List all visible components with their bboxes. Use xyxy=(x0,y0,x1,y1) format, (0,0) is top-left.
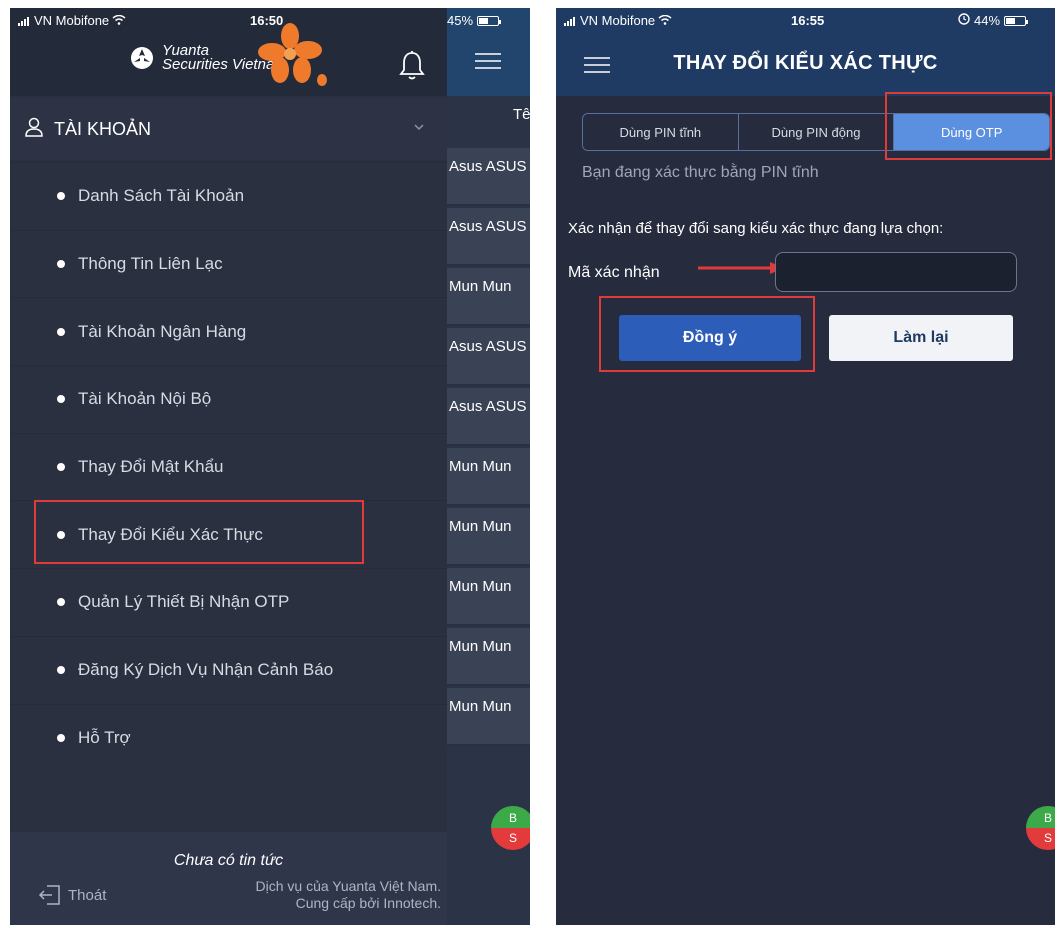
code-label: Mã xác nhận xyxy=(568,264,660,281)
menu-item-alert-service[interactable]: Đăng Ký Dịch Vụ Nhận Cảnh Báo xyxy=(10,635,447,704)
arrow-icon xyxy=(698,262,784,274)
status-bar-right: 45% xyxy=(447,8,530,34)
buy-label: B xyxy=(1026,806,1055,828)
carrier: VN Mobifone xyxy=(564,13,672,28)
list-item[interactable]: Mun Mun xyxy=(447,448,530,506)
side-drawer: VN Mobifone 16:50 Yuanta Securities Viet… xyxy=(10,8,447,925)
status-right: 45% xyxy=(447,13,502,28)
flower-logo-icon xyxy=(258,23,327,86)
wifi-icon xyxy=(658,13,672,28)
confirmation-code-input[interactable] xyxy=(775,252,1017,292)
carrier-name: VN Mobifone xyxy=(34,13,110,28)
column-header: Tê xyxy=(513,106,530,123)
menu-item-support[interactable]: Hỗ Trợ xyxy=(10,703,447,772)
background-header: 45% xyxy=(447,8,530,96)
menu-item-internal-account[interactable]: Tài Khoản Nội Bộ xyxy=(10,365,447,433)
right-screen: VN Mobifone 16:55 44% THAY ĐỔI KIỂU XÁC … xyxy=(556,8,1055,925)
credit-line2: Cung cấp bởi Innotech. xyxy=(295,895,441,911)
battery-icon xyxy=(477,15,502,26)
menu-item-contact-info[interactable]: Thông Tin Liên Lạc xyxy=(10,229,447,298)
user-icon xyxy=(24,117,44,142)
chevron-down-icon xyxy=(413,120,425,134)
annotation-highlight xyxy=(34,500,364,564)
menu-item-label: Thông Tin Liên Lạc xyxy=(78,254,223,274)
carrier: VN Mobifone xyxy=(18,13,126,28)
status-bar: VN Mobifone 16:50 xyxy=(10,8,447,34)
reset-button[interactable]: Làm lại xyxy=(829,315,1013,361)
bullet-icon xyxy=(57,192,65,201)
list-item[interactable]: Mun Mun xyxy=(447,628,530,686)
battery-percent: 44% xyxy=(974,13,1001,28)
signal-icon xyxy=(564,16,575,26)
list-item[interactable]: Asus ASUS xyxy=(447,148,530,206)
bullet-icon xyxy=(57,598,65,607)
logout-button[interactable]: Thoát xyxy=(38,884,106,906)
status-bar: VN Mobifone 16:55 44% xyxy=(556,8,1055,34)
alarm-icon xyxy=(958,13,970,28)
battery-icon xyxy=(1004,15,1029,26)
option-dynamic-pin[interactable]: Dùng PIN động xyxy=(738,114,895,150)
buy-label: B xyxy=(491,806,530,828)
credit-line1: Dịch vụ của Yuanta Việt Nam. xyxy=(255,878,441,894)
carrier-name: VN Mobifone xyxy=(580,13,656,28)
annotation-highlight xyxy=(599,296,815,372)
left-screen: VN Mobifone 16:50 Yuanta Securities Viet… xyxy=(10,8,530,925)
bullet-icon xyxy=(57,395,65,404)
menu-item-otp-devices[interactable]: Quản Lý Thiết Bị Nhận OTP xyxy=(10,568,447,636)
option-static-pin[interactable]: Dùng PIN tĩnh xyxy=(583,114,739,150)
menu-item-label: Quản Lý Thiết Bị Nhận OTP xyxy=(78,592,290,612)
buy-sell-button[interactable]: B S xyxy=(1026,806,1055,850)
menu-item-change-password[interactable]: Thay Đổi Mật Khẩu xyxy=(10,432,447,501)
current-auth-status: Bạn đang xác thực bằng PIN tĩnh xyxy=(582,164,819,181)
clock: 16:55 xyxy=(791,13,825,28)
account-section-header[interactable]: TÀI KHOẢN xyxy=(10,98,447,160)
bell-icon[interactable] xyxy=(398,50,426,87)
sell-label: S xyxy=(1026,828,1055,850)
list-icon[interactable] xyxy=(475,52,501,75)
menu-item-label: Hỗ Trợ xyxy=(78,727,131,747)
logout-icon xyxy=(38,885,60,905)
bullet-icon xyxy=(57,733,65,742)
bullet-icon xyxy=(57,260,65,269)
background-screen: 45% Tê Asus ASUS Asus ASUS Mun Mun Asus … xyxy=(447,8,530,925)
menu-item-label: Tài Khoản Ngân Hàng xyxy=(78,321,247,341)
signal-icon xyxy=(18,16,29,26)
list-item[interactable]: Asus ASUS xyxy=(447,328,530,386)
yuanta-logo-icon xyxy=(131,47,153,69)
sell-label: S xyxy=(491,828,530,850)
buy-sell-button[interactable]: B S xyxy=(491,806,530,850)
battery-percent: 45% xyxy=(447,13,474,28)
annotation-highlight xyxy=(885,92,1052,160)
list-item[interactable]: Asus ASUS xyxy=(447,388,530,446)
wifi-icon xyxy=(112,13,126,28)
menu-item-label: Danh Sách Tài Khoản xyxy=(78,186,245,206)
list-item[interactable]: Mun Mun xyxy=(447,268,530,326)
credit-text: Dịch vụ của Yuanta Việt Nam. Cung cấp bở… xyxy=(256,878,441,912)
menu-item-bank-account[interactable]: Tài Khoản Ngân Hàng xyxy=(10,297,447,366)
logout-label: Thoát xyxy=(68,886,107,904)
bullet-icon xyxy=(57,666,65,675)
news-status: Chưa có tin tức xyxy=(173,852,284,869)
confirm-instruction: Xác nhận để thay đổi sang kiểu xác thực … xyxy=(568,220,944,237)
account-menu: Danh Sách Tài Khoản Thông Tin Liên Lạc T… xyxy=(10,162,447,772)
list-item[interactable]: Mun Mun xyxy=(447,568,530,626)
menu-item-label: Đăng Ký Dịch Vụ Nhận Cảnh Báo xyxy=(78,660,334,680)
bullet-icon xyxy=(57,463,65,472)
screen-header: THAY ĐỔI KIỂU XÁC THỰC xyxy=(556,34,1055,96)
list-item[interactable]: Mun Mun xyxy=(447,508,530,566)
menu-item-label: Thay Đổi Mật Khẩu xyxy=(78,457,224,477)
page-title: THAY ĐỔI KIỂU XÁC THỰC xyxy=(673,52,938,74)
section-title: TÀI KHOẢN xyxy=(54,118,152,139)
list-item[interactable]: Mun Mun xyxy=(447,688,530,746)
status-right: 44% xyxy=(958,13,1029,28)
menu-item-label: Tài Khoản Nội Bộ xyxy=(78,389,212,409)
drawer-footer: Chưa có tin tức Thoát Dịch vụ của Yuanta… xyxy=(10,832,447,925)
bullet-icon xyxy=(57,327,65,336)
drawer-header: VN Mobifone 16:50 Yuanta Securities Viet… xyxy=(10,8,447,96)
menu-item-account-list[interactable]: Danh Sách Tài Khoản xyxy=(10,162,447,230)
list-item[interactable]: Asus ASUS xyxy=(447,208,530,266)
